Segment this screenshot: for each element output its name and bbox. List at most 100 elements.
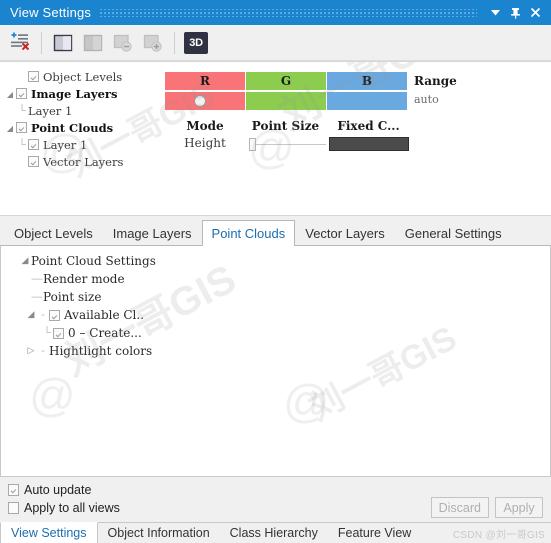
mode-value[interactable]: Height [165,136,245,150]
tree-checkbox[interactable] [28,139,39,150]
apply-button[interactable]: Apply [495,497,543,518]
channel-g: G [246,72,326,110]
apply-all-views-label: Apply to all views [24,501,120,515]
tree-row-image-layers[interactable]: ◢ Image Layers [4,85,165,102]
tree-expander-icon[interactable]: ◢ [4,89,16,99]
tree-elbow: └ [18,104,26,117]
tree-row-point-clouds[interactable]: ◢ Point Clouds [4,119,165,136]
point-size-label: Point Size [251,119,320,133]
tree-elbow: — [31,291,43,303]
tree-row-image-layer-1[interactable]: └ Layer 1 [4,102,165,119]
footer-buttons: Discard Apply [430,497,543,518]
title-drag-handle[interactable] [99,8,477,17]
add-view-icon[interactable] [139,29,167,57]
channel-r-knob[interactable] [194,95,206,107]
watermark-at-3: @ [29,369,76,421]
channel-r-header[interactable]: R [165,72,245,90]
tree-label: Object Levels [43,69,123,84]
tab-vector-layers[interactable]: Vector Layers [295,220,395,246]
slider-handle[interactable] [248,138,256,151]
bottom-tab-feature-view[interactable]: Feature View [328,523,421,543]
range-column: Range auto [408,72,457,110]
tree-elbow: — [31,273,43,285]
settings-label: Render mode [43,272,125,286]
settings-row-class-0[interactable]: └ 0 – Create... [9,324,550,342]
window-title: View Settings [10,5,92,20]
remove-view-icon[interactable] [109,29,137,57]
settings-label: Hightlight colors [49,344,153,358]
tab-general-settings[interactable]: General Settings [395,220,512,246]
tree-expander-icon[interactable]: ◢ [4,123,16,133]
tree-label: Point Clouds [31,120,114,135]
channel-r-slider[interactable] [165,92,245,110]
tree-elbow: └ [18,138,26,151]
layer-tree: Object Levels ◢ Image Layers └ Layer 1 ◢… [0,62,165,215]
channel-g-slider[interactable] [246,92,326,110]
3d-view-label: 3D [184,31,208,54]
single-view-icon[interactable] [49,29,77,57]
settings-row-point-cloud-settings[interactable]: ◢ Point Cloud Settings [9,252,550,270]
tree-label: Layer 1 [43,137,88,152]
tree-checkbox[interactable] [16,88,27,99]
settings-row-render-mode[interactable]: — Render mode [9,270,550,288]
channel-b-header[interactable]: B [327,72,407,90]
tree-elbow: - [41,345,45,357]
channel-r: R [165,72,245,110]
split-view-icon[interactable] [79,29,107,57]
discard-button[interactable]: Discard [430,497,489,518]
add-remove-layer-icon[interactable] [6,29,34,57]
settings-row-point-size[interactable]: — Point size [9,288,550,306]
settings-tabs: Object Levels Image Layers Point Clouds … [0,216,551,246]
range-value[interactable]: auto [408,90,457,110]
tab-point-clouds[interactable]: Point Clouds [201,220,296,246]
fixed-color-swatch[interactable] [328,137,409,151]
toolbar-separator-2 [174,31,175,54]
settings-tree: ◢ Point Cloud Settings — Render mode — P… [1,246,550,360]
bottom-tab-object-information[interactable]: Object Information [98,523,220,543]
tree-row-point-cloud-layer-1[interactable]: └ Layer 1 [4,136,165,153]
tree-checkbox[interactable] [16,122,27,133]
settings-row-highlight-colors[interactable]: ▷ - Hightlight colors [9,342,550,360]
layers-panel: 刘一哥GIS 刘一哥GIS @ @ Object Levels ◢ Image … [0,61,551,216]
settings-checkbox[interactable] [49,309,60,321]
toolbar: 3D [0,25,551,61]
tree-elbow: - [41,309,45,321]
tab-object-levels[interactable]: Object Levels [4,220,103,246]
auto-update-label: Auto update [24,483,92,497]
title-bar: View Settings [0,0,551,25]
channel-b-slider[interactable] [327,92,407,110]
toolbar-separator-1 [41,31,42,54]
bottom-tab-view-settings[interactable]: View Settings [0,522,98,543]
settings-row-available-classes[interactable]: ◢ - Available Cl.. [9,306,550,324]
settings-checkbox[interactable] [53,327,64,339]
apply-all-views-checkbox[interactable] [8,502,19,514]
tree-expander-icon[interactable]: ▷ [25,346,37,356]
channel-g-header[interactable]: G [246,72,326,90]
pin-icon[interactable] [505,2,525,24]
close-icon[interactable] [525,2,545,24]
auto-update-checkbox[interactable] [8,484,19,496]
tree-label: Layer 1 [28,103,73,118]
render-row-values: Height [165,136,551,152]
tree-elbow: └ [43,327,51,339]
tree-label: Vector Layers [43,154,124,169]
tree-row-vector-layers[interactable]: Vector Layers [4,153,165,170]
fixed-color-label: Fixed C... [337,119,400,133]
tree-label: Image Layers [31,86,118,101]
tree-row-object-levels[interactable]: Object Levels [4,68,165,85]
settings-label: 0 – Create... [68,326,142,340]
tree-expander-icon[interactable]: ◢ [19,256,31,266]
tab-image-layers[interactable]: Image Layers [103,220,202,246]
tree-checkbox[interactable] [28,156,39,167]
channel-bars: R G B Range auto [165,72,551,110]
3d-view-button[interactable]: 3D [182,29,210,57]
range-label: Range [414,74,457,88]
menu-dropdown-icon[interactable] [485,2,505,24]
bottom-tab-class-hierarchy[interactable]: Class Hierarchy [220,523,328,543]
point-size-slider[interactable] [246,136,326,152]
settings-label: Available Cl.. [64,308,145,322]
csdn-watermark: CSDN @刘一哥GIS [452,530,545,541]
tree-checkbox[interactable] [28,71,39,82]
view-settings-window: View Settings 3D 刘一哥GIS @ @ Object Level… [0,0,551,543]
tree-expander-icon[interactable]: ◢ [25,310,37,320]
